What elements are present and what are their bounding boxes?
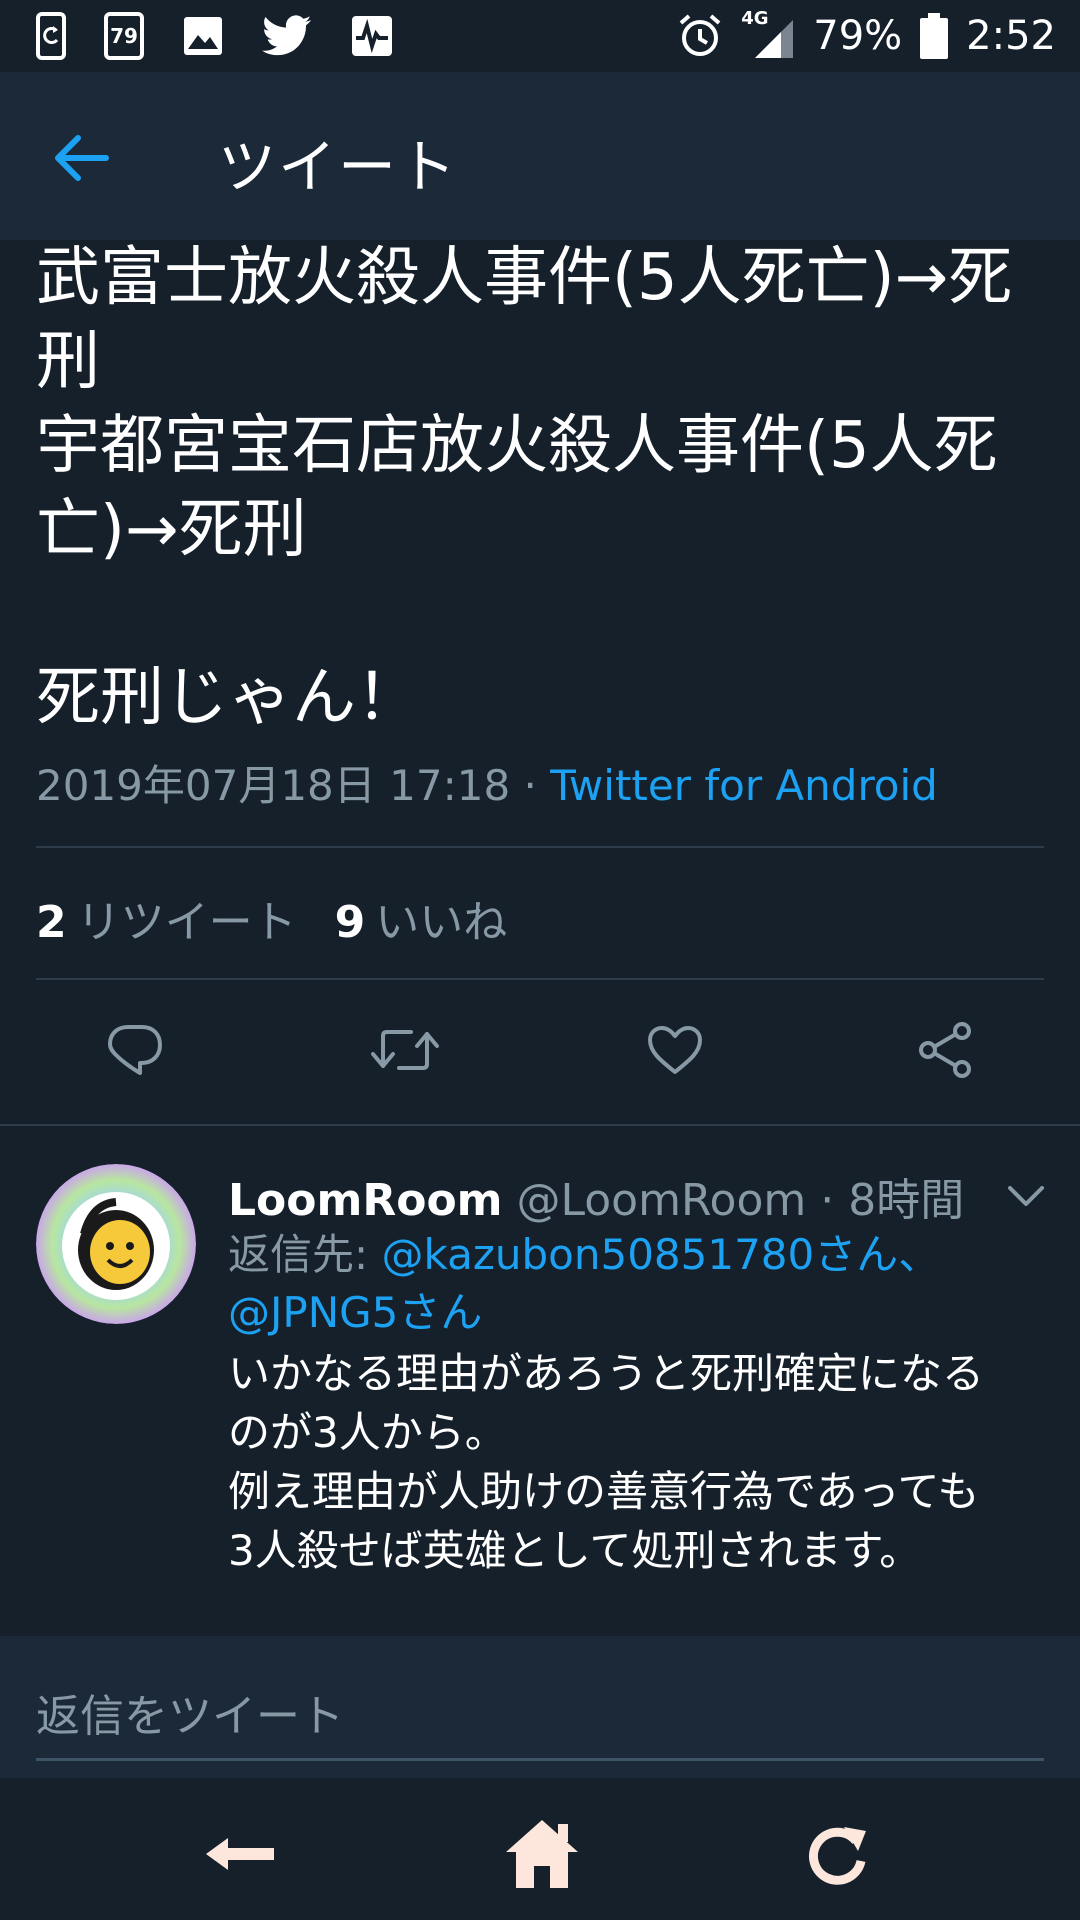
back-button[interactable] <box>46 122 118 194</box>
back-icon <box>206 1838 274 1870</box>
reply-author-handle: @LoomRoom · 8時間 <box>502 1175 965 1226</box>
nav-back-button[interactable] <box>195 1814 285 1894</box>
reply-to-label: 返信先: <box>228 1230 382 1279</box>
divider <box>36 978 1044 980</box>
divider <box>36 846 1044 848</box>
like-count: 9 <box>334 897 366 948</box>
battery-percent: 79% <box>813 13 903 59</box>
like-label: いいね <box>375 897 508 948</box>
signal-icon: 4G <box>741 8 795 60</box>
alarm-icon <box>679 14 721 56</box>
reply-tweet[interactable]: LoomRoom @LoomRoom · 8時間 返信先: @kazubon50… <box>0 1126 1080 1636</box>
reply-author-name[interactable]: LoomRoom <box>228 1175 503 1226</box>
tweet-actions <box>0 1010 1080 1090</box>
refresh-icon <box>809 1827 866 1885</box>
share-button[interactable] <box>905 1010 985 1090</box>
reply-composer: 返信をツイート <box>0 1636 1080 1778</box>
page-title: ツイート <box>218 133 459 201</box>
calendar-day: 79 <box>110 24 138 48</box>
reply-text: いかなる理由があろうと死刑確定になる のが3人から。 例え理由が人助けの善意行為… <box>228 1349 985 1575</box>
reply-input[interactable]: 返信をツイート <box>36 1680 344 1744</box>
reply-button[interactable] <box>95 1010 175 1090</box>
screen-rotate-icon <box>36 12 66 60</box>
nav-home-button[interactable] <box>497 1814 587 1894</box>
like-stat[interactable]: 9 いいね <box>335 886 508 950</box>
status-bar: 79 4G 79% 2:52 <box>0 0 1080 72</box>
like-button[interactable] <box>635 1010 715 1090</box>
retweet-button[interactable] <box>365 1010 445 1090</box>
arrow-left-icon <box>55 135 109 181</box>
share-icon <box>919 1022 971 1078</box>
twitter-bird-icon <box>262 15 312 56</box>
tweet-text: 武富士放火殺人事件(5人死亡)→死 刑 宇都宮宝石店放火殺人事件(5人死 亡)→… <box>36 241 1013 735</box>
retweet-stat[interactable]: 2 リツイート <box>36 886 297 950</box>
tweet-source-link[interactable]: Twitter for Android <box>550 761 938 810</box>
toolbar: ツイート <box>0 72 1080 240</box>
reply-header: LoomRoom @LoomRoom · 8時間 <box>228 1164 964 1228</box>
calendar-icon: 79 <box>104 12 144 60</box>
chevron-down-icon[interactable] <box>1002 1172 1050 1220</box>
avatar[interactable] <box>36 1164 196 1324</box>
notification-icons: 79 <box>36 12 394 60</box>
reply-icon <box>108 1025 162 1075</box>
input-underline <box>36 1758 1044 1761</box>
tweet-timestamp: 2019年07月18日 17:18 · <box>36 761 551 810</box>
activity-icon <box>352 16 392 56</box>
like-icon <box>648 1026 702 1074</box>
retweet-label: リツイート <box>76 897 297 948</box>
retweet-icon <box>371 1030 439 1070</box>
image-icon <box>184 17 222 55</box>
nav-refresh-button[interactable] <box>792 1814 882 1894</box>
clock: 2:52 <box>966 13 1056 59</box>
tweet-meta: 2019年07月18日 17:18 · Twitter for Android <box>36 752 938 813</box>
retweet-count: 2 <box>36 897 67 948</box>
system-icons: 4G 79% 2:52 <box>677 8 1056 62</box>
reply-to-mention[interactable]: @kazubon50851780さん、 <box>382 1230 941 1279</box>
home-icon <box>506 1820 578 1888</box>
system-nav-bar <box>0 1778 1080 1920</box>
tweet-stats: 2 リツイート 9 いいね <box>36 886 507 950</box>
reply-to-line: 返信先: @kazubon50851780さん、 @JPNG5さん <box>228 1226 1048 1342</box>
battery-icon <box>920 13 949 59</box>
reply-to-mention[interactable]: @JPNG5さん <box>228 1288 482 1337</box>
